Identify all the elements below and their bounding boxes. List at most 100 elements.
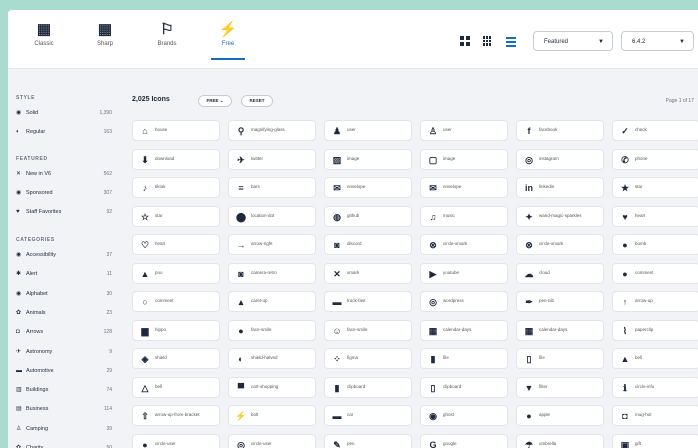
icon-tile-bolt[interactable]: ⚡ bolt <box>228 405 316 426</box>
reset-button[interactable]: RESET <box>241 95 273 107</box>
icon-tile-pen-nib[interactable]: ✒ pen-nib <box>516 291 604 312</box>
icon-tile-image[interactable]: ▨ image <box>324 148 412 170</box>
icon-tile-face-smile[interactable]: ● face-smile <box>228 319 316 341</box>
icon-tile-music[interactable]: ♫ music <box>420 205 508 227</box>
icon-tile-car[interactable]: ▬ car <box>324 405 412 426</box>
icon-tile-camera-retro[interactable]: ◙ camera-retro <box>228 262 316 284</box>
icon-tile-star[interactable]: ☆ star <box>132 205 220 227</box>
icon-tile-heart[interactable]: ♡ heart <box>132 234 220 255</box>
icon-tile-phone[interactable]: ✆ phone <box>612 148 698 170</box>
sidebar-item-charity[interactable]: ✿ Charity 50 <box>16 442 116 448</box>
icon-tile-bars[interactable]: ≡ bars <box>228 177 316 198</box>
icon-tile-star[interactable]: ★ star <box>612 177 698 198</box>
icon-tile-google[interactable]: Ggoogle <box>420 433 508 448</box>
icon-tile-user[interactable]: ♟ user <box>324 120 412 141</box>
icon-tile-circle-xmark[interactable]: ⊗ circle-xmark <box>420 234 508 255</box>
icon-tile-envelope[interactable]: ✉ envelope <box>420 177 508 198</box>
icon-tile-caret-up[interactable]: ▴ caret-up <box>228 291 316 312</box>
icon-tile-cart-shopping[interactable]: ▀ cart-shopping <box>228 376 316 398</box>
icon-tile-linkedin[interactable]: in linkedin <box>516 177 604 198</box>
icon-tile-bell[interactable]: ▲ bell <box>612 348 698 369</box>
icon-tile-gift[interactable]: ▣ gift <box>612 433 698 448</box>
icon-tile-user[interactable]: ♙ user <box>420 120 508 141</box>
sidebar-item-accessibility[interactable]: ◉ Accessibility 37 <box>16 249 116 261</box>
icon-tile-calendar-days[interactable]: ▦ calendar-days <box>516 319 604 341</box>
large-grid-view-button[interactable] <box>460 36 470 46</box>
icon-tile-tiktok[interactable]: ♪ tiktok <box>132 177 220 198</box>
icon-tile-discord[interactable]: ◙ discord <box>324 234 412 255</box>
icon-tile-hippo[interactable]: ▆ hippo <box>132 319 220 341</box>
sidebar-item-solid[interactable]: ◉ Solid 1,390 <box>16 107 116 119</box>
icon-tile-shield-halved[interactable]: ◐ shield-halved <box>228 348 316 369</box>
icon-tile-circle-xmark[interactable]: ⊗ circle-xmark <box>516 234 604 255</box>
icon-tile-file[interactable]: ▯ file <box>516 348 604 369</box>
icon-tile-youtube[interactable]: ▶ youtube <box>420 262 508 284</box>
sidebar-item-camping[interactable]: ♙ Camping 39 <box>16 423 116 435</box>
icon-tile-wand-magic-sparkles[interactable]: ✦ wand-magic-sparkles <box>516 205 604 227</box>
sort-select[interactable]: Featured ▼ <box>533 31 613 51</box>
icon-tile-file[interactable]: ▮ file <box>420 348 508 369</box>
sidebar-item-staff-favorites[interactable]: ♥ Staff Favorites 92 <box>16 206 116 218</box>
icon-tile-clipboard[interactable]: ▯ clipboard <box>420 376 508 398</box>
tab-brands[interactable]: ⚐ Brands <box>144 20 190 47</box>
version-select[interactable]: 6.4.2 ▼ <box>621 31 694 51</box>
sidebar-item-astronomy[interactable]: ✈ Astronomy 9 <box>16 346 116 358</box>
icon-tile-house[interactable]: ⌂ house <box>132 120 220 141</box>
icon-tile-xmark[interactable]: ✕ xmark <box>324 262 412 284</box>
icon-tile-shield[interactable]: ◈ shield <box>132 348 220 369</box>
icon-tile-paperclip[interactable]: ⌇ paperclip <box>612 319 698 341</box>
icon-tile-arrow-up[interactable]: ↑ arrow-up <box>612 291 698 312</box>
icon-tile-bomb[interactable]: ● bomb <box>612 234 698 255</box>
sidebar-item-regular[interactable]: ◐ Regular 163 <box>16 126 116 138</box>
icon-tile-clipboard[interactable]: ▮ clipboard <box>324 376 412 398</box>
calendar-days-icon: ▦ <box>428 325 438 336</box>
icon-tile-image[interactable]: ▢ image <box>420 148 508 170</box>
icon-tile-filter[interactable]: ▼ filter <box>516 376 604 398</box>
icon-tile-truck-fast[interactable]: ▬ truck-fast <box>324 291 412 312</box>
icon-tile-facebook[interactable]: f facebook <box>516 120 604 141</box>
sidebar-item-automotive[interactable]: ▬ Automotive 29 <box>16 365 116 377</box>
icon-tile-umbrella[interactable]: ☂ umbrella <box>516 433 604 448</box>
icon-tile-twitter[interactable]: ✈ twitter <box>228 148 316 170</box>
icon-tile-mug-hot[interactable]: ◘ mug-hot <box>612 405 698 426</box>
tab-free[interactable]: ⚡ Free <box>205 20 251 60</box>
sidebar-item-business[interactable]: ▤ Business 114 <box>16 403 116 415</box>
tab-sharp[interactable]: ▦ Sharp <box>82 20 128 47</box>
sidebar-item-new-in-v6[interactable]: ✕ New in V6 562 <box>16 168 116 180</box>
icon-tile-comment[interactable]: ● comment <box>612 262 698 284</box>
sidebar-item-animals[interactable]: ✿ Animals 23 <box>16 307 116 319</box>
sidebar-item-buildings[interactable]: ▥ Buildings 74 <box>16 384 116 396</box>
free-filter-button[interactable]: FREE ⌄ <box>198 95 232 107</box>
icon-tile-magnifying-glass[interactable]: ⚲ magnifying-glass <box>228 120 316 141</box>
icon-tile-wordpress[interactable]: ◎ wordpress <box>420 291 508 312</box>
icon-tile-apple[interactable]: ● apple <box>516 405 604 426</box>
icon-tile-instagram[interactable]: ◎ instagram <box>516 148 604 170</box>
icon-tile-location-dot[interactable]: ⬤ location-dot <box>228 205 316 227</box>
tab-classic[interactable]: ▦ Classic <box>21 20 67 47</box>
icon-tile-pen[interactable]: ✎ pen <box>324 433 412 448</box>
icon-tile-bell[interactable]: △ bell <box>132 376 220 398</box>
icon-tile-envelope[interactable]: ✉ envelope <box>324 177 412 198</box>
icon-tile-circle-user[interactable]: ◎ circle-user <box>228 433 316 448</box>
icon-tile-cloud[interactable]: ☁ cloud <box>516 262 604 284</box>
icon-tile-calendar-days[interactable]: ▦ calendar-days <box>420 319 508 341</box>
icon-tile-download[interactable]: ⬇ download <box>132 148 220 170</box>
icon-tile-circle-info[interactable]: ℹ circle-info <box>612 376 698 398</box>
sidebar-item-alert[interactable]: ✱ Alert 11 <box>16 268 116 280</box>
icon-tile-arrow-right[interactable]: → arrow-right <box>228 234 316 255</box>
icon-tile-heart[interactable]: ♥ heart <box>612 205 698 227</box>
icon-tile-github[interactable]: ◍ github <box>324 205 412 227</box>
icon-tile-face-smile[interactable]: ☺ face-smile <box>324 319 412 341</box>
small-grid-view-button[interactable] <box>483 36 493 46</box>
sidebar-item-alphabet[interactable]: ◉ Alphabet 30 <box>16 288 116 300</box>
icon-tile-circle-user[interactable]: ● circle-user <box>132 433 220 448</box>
icon-tile-check[interactable]: ✓ check <box>612 120 698 141</box>
list-view-button[interactable] <box>506 37 516 47</box>
icon-tile-figma[interactable]: ⁘ figma <box>324 348 412 369</box>
icon-tile-ghost[interactable]: ◉ ghost <box>420 405 508 426</box>
sidebar-item-sponsored[interactable]: ◉ Sponsored 307 <box>16 187 116 199</box>
sidebar-item-arrows[interactable]: ◘ Arrows 128 <box>16 326 116 338</box>
icon-tile-comment[interactable]: ○ comment <box>132 291 220 312</box>
icon-tile-arrow-up-from-bracket[interactable]: ⇧ arrow-up-from-bracket <box>132 405 220 426</box>
icon-tile-poo[interactable]: ▲ poo <box>132 262 220 284</box>
